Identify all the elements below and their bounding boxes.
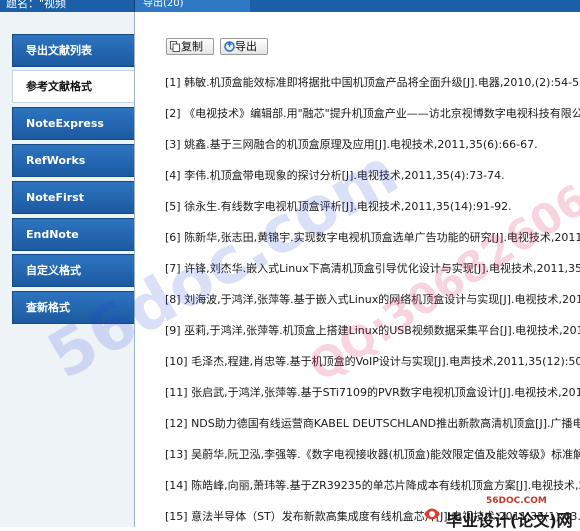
- sidebar: 导出文献列表 参考文献格式 NoteExpress RefWorks NoteF…: [0, 12, 138, 527]
- sidebar-item-endnote[interactable]: EndNote: [12, 218, 138, 251]
- sidebar-item-noteexpress[interactable]: NoteExpress: [12, 107, 138, 140]
- sidebar-item-novelty-format[interactable]: 查新格式: [12, 291, 138, 324]
- tab-export[interactable]: 导出(20): [134, 0, 250, 12]
- main-panel: 复制 导出 [1] 韩敏.机顶盒能效标准即将据批中国机顶盒产品将全面升级[J].…: [134, 12, 580, 527]
- reference-item: [4] 李伟.机顶盒带电现象的探讨分析[J].电视技术,2011,35(4):7…: [165, 169, 505, 182]
- reference-item: [13] 吴蔚华,阮卫泓,李强等.《数字电视接收器(机顶盒)能效限定值及能效等级…: [165, 448, 580, 461]
- reference-item: [8] 刘海波,于鸿洋,张萍等.基于嵌入式Linux的网络机顶盒设计与实现[J]…: [165, 293, 580, 306]
- top-bar: 题名："视频 导出(20): [0, 0, 580, 12]
- reference-item: [11] 张启武,于鸿洋,张萍等.基于STi7109的PVR数字电视机顶盒设计[…: [165, 386, 580, 399]
- reference-item: [5] 徐永生.有线数字电视机顶盒评析[J].电视技术,2011,35(14):…: [165, 200, 512, 213]
- sidebar-item-reference-format[interactable]: 参考文献格式: [12, 70, 136, 103]
- footer-watermark-text: 毕业设计(论文)网: [446, 511, 573, 530]
- reference-item: [7] 许锋,刘杰华.嵌入式Linux下高清机顶盒引导优化设计与实现[J].电视…: [165, 262, 580, 275]
- sidebar-item-refworks[interactable]: RefWorks: [12, 144, 138, 177]
- reference-list: [1] 韩敏.机顶盒能效标准即将据批中国机顶盒产品将全面升级[J].电器,201…: [135, 12, 580, 527]
- sidebar-item-export-list[interactable]: 导出文献列表: [12, 34, 138, 67]
- footer-watermark-site: 56DOC.COM: [486, 496, 547, 506]
- search-title: 题名："视频: [6, 0, 67, 10]
- reference-item: [6] 陈新华,张志田,黄锦宇.实现数字电视机顶盒选单广告功能的研究[J].电视…: [165, 231, 580, 244]
- reference-item: [1] 韩敏.机顶盒能效标准即将据批中国机顶盒产品将全面升级[J].电器,201…: [165, 76, 580, 89]
- reference-item: [10] 毛泽杰,程建,肖忠等.基于机顶盒的VoIP设计与实现[J].电声技术,…: [165, 355, 580, 368]
- sidebar-item-notefirst[interactable]: NoteFirst: [12, 181, 138, 214]
- sidebar-item-custom-format[interactable]: 自定义格式: [12, 254, 138, 287]
- reference-item: [3] 姚鑫.基于三网融合的机顶盒原理及应用[J].电视技术,2011,35(6…: [165, 138, 538, 151]
- logo-icon: [422, 505, 442, 526]
- reference-item: [14] 陈皓峰,向丽,萧玮等.基于ZR39235的单芯片降成本有线机顶盒方案[…: [165, 479, 580, 492]
- reference-item: [9] 巫莉,于鸿洋,张萍等.机顶盒上搭建Linux的USB视频数据采集平台[J…: [165, 324, 580, 337]
- reference-item: [12] NDS助力德国有线运营商KABEL DEUTSCHLAND推出新款高清…: [165, 417, 580, 430]
- footer-watermark: 56DOC.COM 毕业设计(论文)网: [396, 496, 580, 530]
- reference-item: [2] 《电视技术》编辑部.用"融芯"提升机顶盒产业——访北京视博数字电视科技有…: [165, 107, 580, 120]
